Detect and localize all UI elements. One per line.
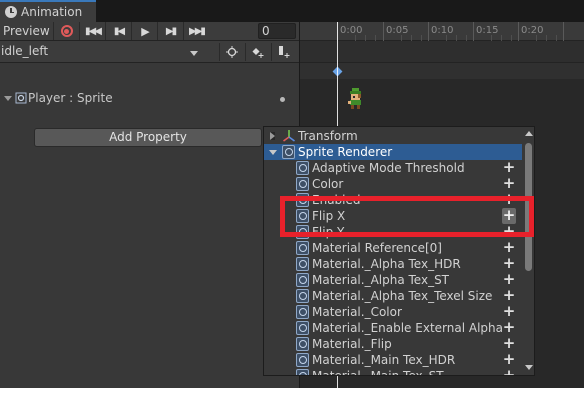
ruler-tick-label: 0:00 <box>340 25 363 36</box>
transform-icon <box>283 130 295 142</box>
record-button[interactable] <box>53 22 79 40</box>
chevron-down-icon[interactable] <box>269 150 277 155</box>
popup-item-label: Material._Main Tex_HDR <box>312 353 456 367</box>
popup-item-label: Material._Color <box>312 305 402 319</box>
next-keyframe-button[interactable]: ▶▮ <box>157 22 183 40</box>
chevron-down-icon[interactable] <box>4 96 12 101</box>
clip-toolbar: idle_left <box>0 41 299 63</box>
property-track-label: Player : Sprite <box>28 91 113 105</box>
properties-panel: Preview ▮◀◀ ▮◀ ▶ ▶▮ ▶▶▮ 0 idle_left Play… <box>0 22 299 388</box>
add-icon[interactable]: + <box>502 368 516 376</box>
popup-property-item[interactable]: Adaptive Mode Threshold + <box>264 160 522 176</box>
sprite-renderer-icon <box>296 353 309 367</box>
popup-property-item[interactable]: Material._Main Tex_HDR + <box>264 352 522 368</box>
popup-property-item[interactable]: Material._Flip + <box>264 336 522 352</box>
sprite-renderer-icon <box>282 145 295 159</box>
popup-property-item[interactable]: Material._Alpha Tex_HDR + <box>264 256 522 272</box>
last-keyframe-button[interactable]: ▶▶▮ <box>183 22 209 40</box>
tab-label: Animation <box>21 5 83 19</box>
add-event-button[interactable] <box>271 43 295 61</box>
frame-input[interactable]: 0 <box>258 23 296 39</box>
popup-item-label: Material._Alpha Tex_Texel Size <box>312 289 493 303</box>
ruler-major-tick <box>563 22 564 41</box>
play-button[interactable]: ▶ <box>131 22 157 40</box>
skip-start-icon: ▮◀◀ <box>85 25 102 37</box>
popup-item-label: Material._Flip <box>312 337 392 351</box>
ruler-major-tick <box>518 22 519 41</box>
crosshair-icon <box>225 46 238 58</box>
popup-item-label: Material._Main Tex_ST <box>312 369 444 376</box>
popup-item-label: Color <box>312 177 344 191</box>
sprite-renderer-icon <box>296 369 309 375</box>
animation-window: Animation Preview ▮◀◀ ▮◀ ▶ ▶▮ ▶▶▮ 0 idle… <box>0 0 584 388</box>
popup-item-label: Sprite Renderer <box>298 145 393 159</box>
sprite-renderer-icon <box>296 241 309 255</box>
sprite-renderer-icon <box>15 92 27 104</box>
playback-toolbar: Preview ▮◀◀ ▮◀ ▶ ▶▮ ▶▶▮ 0 <box>0 22 299 41</box>
clock-icon <box>5 6 17 18</box>
popup-item-label: Adaptive Mode Threshold <box>312 161 465 175</box>
popup-item-label: Transform <box>298 129 358 143</box>
sprite-renderer-icon <box>296 273 309 287</box>
event-row[interactable] <box>300 41 584 63</box>
previous-keyframe-button[interactable]: ▮◀ <box>105 22 131 40</box>
scroll-down-icon[interactable] <box>525 365 533 370</box>
record-icon <box>60 25 73 37</box>
tab-animation[interactable]: Animation <box>0 0 96 22</box>
ruler-major-tick <box>383 22 384 41</box>
popup-property-item[interactable]: Material._Enable External Alpha + <box>264 320 522 336</box>
sprite-renderer-icon <box>296 289 309 303</box>
add-event-icon <box>278 46 289 58</box>
popup-property-item[interactable]: Material._Alpha Tex_ST + <box>264 272 522 288</box>
add-keyframe-icon <box>251 47 263 58</box>
chevron-down-icon <box>190 51 198 56</box>
popup-property-item[interactable]: Material Reference[0] + <box>264 240 522 256</box>
play-icon: ▶ <box>141 24 150 38</box>
time-ruler[interactable]: 0:00 0:05 0:10 0:15 0:20 <box>300 22 584 41</box>
clip-name: idle_left <box>1 44 49 58</box>
add-property-popup: Transform Sprite Renderer Adaptive Mode … <box>263 126 535 376</box>
ruler-major-tick <box>473 22 474 41</box>
tab-strip: Animation <box>0 0 584 22</box>
popup-property-item[interactable]: Material._Color + <box>264 304 522 320</box>
add-property-button[interactable]: Add Property <box>34 128 262 147</box>
popup-property-item[interactable]: Material._Alpha Tex_Texel Size + <box>264 288 522 304</box>
scroll-up-icon[interactable] <box>525 131 533 136</box>
sprite-renderer-icon <box>296 161 309 175</box>
sprite-renderer-icon <box>296 337 309 351</box>
step-back-icon: ▮◀ <box>113 25 125 37</box>
popup-property-item[interactable]: Color + <box>264 176 522 192</box>
property-track-row[interactable]: Player : Sprite <box>0 87 299 109</box>
sprite-renderer-icon <box>296 305 309 319</box>
track-options-icon[interactable] <box>280 97 285 102</box>
clip-dropdown[interactable]: idle_left <box>0 43 204 60</box>
popup-item-label: Material Reference[0] <box>312 241 442 255</box>
popup-scrollbar[interactable] <box>522 127 534 375</box>
sprite-keyframe-preview[interactable] <box>346 88 364 110</box>
add-keyframe-button[interactable] <box>245 43 269 61</box>
ruler-tick-label: 0:05 <box>386 25 409 36</box>
sprite-renderer-icon <box>296 257 309 271</box>
snap-button[interactable] <box>219 43 243 61</box>
popup-item-label: Material._Alpha Tex_ST <box>312 273 450 287</box>
ruler-tick-label: 0:15 <box>476 25 499 36</box>
ruler-tick-label: 0:10 <box>431 25 454 36</box>
popup-item-sprite-renderer[interactable]: Sprite Renderer <box>264 144 522 160</box>
popup-item-label: Material._Alpha Tex_HDR <box>312 257 461 271</box>
first-keyframe-button[interactable]: ▮◀◀ <box>79 22 105 40</box>
step-forward-icon: ▶▮ <box>165 25 177 37</box>
highlight-annotation <box>280 196 534 237</box>
ruler-major-tick <box>428 22 429 41</box>
sprite-renderer-icon <box>296 177 309 191</box>
chevron-right-icon[interactable] <box>270 132 275 140</box>
preview-toggle[interactable]: Preview <box>3 24 50 38</box>
popup-item-label: Material._Enable External Alpha <box>312 321 503 335</box>
sprite-renderer-icon <box>296 321 309 335</box>
popup-item-transform[interactable]: Transform <box>264 128 522 144</box>
skip-end-icon: ▶▶▮ <box>189 25 206 37</box>
popup-property-item[interactable]: Material._Main Tex_ST + <box>264 368 522 376</box>
ruler-tick-label: 0:20 <box>521 25 544 36</box>
